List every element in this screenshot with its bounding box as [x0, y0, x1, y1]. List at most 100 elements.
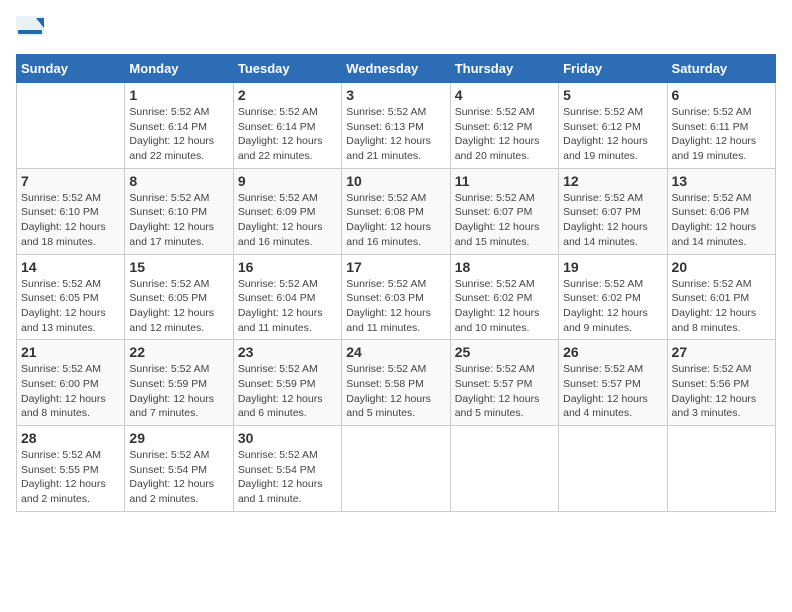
- calendar-cell: [559, 426, 667, 512]
- day-info: Sunrise: 5:52 AM Sunset: 6:14 PM Dayligh…: [129, 105, 228, 164]
- day-number: 28: [21, 430, 120, 446]
- calendar-cell: 20 Sunrise: 5:52 AM Sunset: 6:01 PM Dayli…: [667, 254, 775, 340]
- calendar-cell: 6Sunrise: 5:52 AM Sunset: 6:11 PM Daylig…: [667, 83, 775, 169]
- day-info: Sunrise: 5:52 AM Sunset: 6:05 PM Dayligh…: [129, 277, 228, 336]
- day-info: Sunrise: 5:52 AM Sunset: 5:59 PM Dayligh…: [129, 362, 228, 421]
- calendar-cell: 25 Sunrise: 5:52 AM Sunset: 5:57 PM Dayli…: [450, 340, 558, 426]
- day-info: Sunrise: 5:52 AM Sunset: 6:06 PM Dayligh…: [672, 191, 771, 250]
- day-header-thursday: Thursday: [450, 55, 558, 83]
- calendar-cell: 8 Sunrise: 5:52 AM Sunset: 6:10 PM Daylig…: [125, 168, 233, 254]
- calendar-cell: 12 Sunrise: 5:52 AM Sunset: 6:07 PM Dayli…: [559, 168, 667, 254]
- day-info: Sunrise: 5:52 AM Sunset: 5:54 PM Dayligh…: [238, 448, 337, 507]
- day-info: Sunrise: 5:52 AM Sunset: 6:05 PM Dayligh…: [21, 277, 120, 336]
- calendar-cell: 16 Sunrise: 5:52 AM Sunset: 6:04 PM Dayli…: [233, 254, 341, 340]
- calendar-table: SundayMondayTuesdayWednesdayThursdayFrid…: [16, 54, 776, 512]
- day-info: Sunrise: 5:52 AM Sunset: 6:07 PM Dayligh…: [455, 191, 554, 250]
- day-number: 17: [346, 259, 445, 275]
- day-info: Sunrise: 5:52 AM Sunset: 5:55 PM Dayligh…: [21, 448, 120, 507]
- day-info: Sunrise: 5:52 AM Sunset: 5:57 PM Dayligh…: [455, 362, 554, 421]
- calendar-cell: 1 Sunrise: 5:52 AM Sunset: 6:14 PM Daylig…: [125, 83, 233, 169]
- calendar-cell: 28 Sunrise: 5:52 AM Sunset: 5:55 PM Dayli…: [17, 426, 125, 512]
- calendar-cell: 29 Sunrise: 5:52 AM Sunset: 5:54 PM Dayli…: [125, 426, 233, 512]
- day-number: 10: [346, 173, 445, 189]
- calendar-cell: 11Sunrise: 5:52 AM Sunset: 6:07 PM Dayli…: [450, 168, 558, 254]
- calendar-week-3: 14 Sunrise: 5:52 AM Sunset: 6:05 PM Dayli…: [17, 254, 776, 340]
- day-info: Sunrise: 5:52 AM Sunset: 6:10 PM Dayligh…: [21, 191, 120, 250]
- calendar-week-1: 1 Sunrise: 5:52 AM Sunset: 6:14 PM Daylig…: [17, 83, 776, 169]
- day-info: Sunrise: 5:52 AM Sunset: 6:07 PM Dayligh…: [563, 191, 662, 250]
- logo-icon: [16, 16, 46, 44]
- day-info: Sunrise: 5:52 AM Sunset: 6:02 PM Dayligh…: [563, 277, 662, 336]
- day-number: 8: [129, 173, 228, 189]
- calendar-cell: [17, 83, 125, 169]
- logo: [16, 16, 50, 44]
- calendar-cell: 4Sunrise: 5:52 AM Sunset: 6:12 PM Daylig…: [450, 83, 558, 169]
- day-header-sunday: Sunday: [17, 55, 125, 83]
- day-number: 20: [672, 259, 771, 275]
- day-number: 26: [563, 344, 662, 360]
- day-number: 27: [672, 344, 771, 360]
- day-info: Sunrise: 5:52 AM Sunset: 6:03 PM Dayligh…: [346, 277, 445, 336]
- calendar-cell: 30 Sunrise: 5:52 AM Sunset: 5:54 PM Dayli…: [233, 426, 341, 512]
- day-header-friday: Friday: [559, 55, 667, 83]
- calendar-cell: 3 Sunrise: 5:52 AM Sunset: 6:13 PM Daylig…: [342, 83, 450, 169]
- day-number: 1: [129, 87, 228, 103]
- calendar-cell: 27 Sunrise: 5:52 AM Sunset: 5:56 PM Dayli…: [667, 340, 775, 426]
- day-info: Sunrise: 5:52 AM Sunset: 5:58 PM Dayligh…: [346, 362, 445, 421]
- day-header-wednesday: Wednesday: [342, 55, 450, 83]
- calendar-cell: [450, 426, 558, 512]
- day-number: 22: [129, 344, 228, 360]
- day-info: Sunrise: 5:52 AM Sunset: 6:11 PM Dayligh…: [672, 105, 771, 164]
- day-info: Sunrise: 5:52 AM Sunset: 6:04 PM Dayligh…: [238, 277, 337, 336]
- calendar-week-4: 21 Sunrise: 5:52 AM Sunset: 6:00 PM Dayli…: [17, 340, 776, 426]
- calendar-cell: 7 Sunrise: 5:52 AM Sunset: 6:10 PM Daylig…: [17, 168, 125, 254]
- day-info: Sunrise: 5:52 AM Sunset: 6:02 PM Dayligh…: [455, 277, 554, 336]
- calendar-cell: 23 Sunrise: 5:52 AM Sunset: 5:59 PM Dayli…: [233, 340, 341, 426]
- day-header-tuesday: Tuesday: [233, 55, 341, 83]
- day-number: 24: [346, 344, 445, 360]
- calendar-cell: [342, 426, 450, 512]
- calendar-header-row: SundayMondayTuesdayWednesdayThursdayFrid…: [17, 55, 776, 83]
- calendar-cell: 2 Sunrise: 5:52 AM Sunset: 6:14 PM Daylig…: [233, 83, 341, 169]
- day-info: Sunrise: 5:52 AM Sunset: 6:12 PM Dayligh…: [455, 105, 554, 164]
- day-info: Sunrise: 5:52 AM Sunset: 6:12 PM Dayligh…: [563, 105, 662, 164]
- day-info: Sunrise: 5:52 AM Sunset: 5:54 PM Dayligh…: [129, 448, 228, 507]
- day-number: 14: [21, 259, 120, 275]
- day-info: Sunrise: 5:52 AM Sunset: 6:10 PM Dayligh…: [129, 191, 228, 250]
- day-number: 16: [238, 259, 337, 275]
- day-number: 7: [21, 173, 120, 189]
- day-number: 29: [129, 430, 228, 446]
- day-info: Sunrise: 5:52 AM Sunset: 6:00 PM Dayligh…: [21, 362, 120, 421]
- calendar-cell: 10 Sunrise: 5:52 AM Sunset: 6:08 PM Dayli…: [342, 168, 450, 254]
- day-number: 23: [238, 344, 337, 360]
- calendar-cell: 14 Sunrise: 5:52 AM Sunset: 6:05 PM Dayli…: [17, 254, 125, 340]
- day-number: 18: [455, 259, 554, 275]
- day-info: Sunrise: 5:52 AM Sunset: 6:01 PM Dayligh…: [672, 277, 771, 336]
- day-number: 3: [346, 87, 445, 103]
- calendar-week-5: 28 Sunrise: 5:52 AM Sunset: 5:55 PM Dayli…: [17, 426, 776, 512]
- calendar-cell: 22 Sunrise: 5:52 AM Sunset: 5:59 PM Dayli…: [125, 340, 233, 426]
- day-info: Sunrise: 5:52 AM Sunset: 6:08 PM Dayligh…: [346, 191, 445, 250]
- day-number: 19: [563, 259, 662, 275]
- calendar-body: 1 Sunrise: 5:52 AM Sunset: 6:14 PM Daylig…: [17, 83, 776, 512]
- day-info: Sunrise: 5:52 AM Sunset: 6:13 PM Dayligh…: [346, 105, 445, 164]
- calendar-cell: 26Sunrise: 5:52 AM Sunset: 5:57 PM Dayli…: [559, 340, 667, 426]
- day-info: Sunrise: 5:52 AM Sunset: 6:09 PM Dayligh…: [238, 191, 337, 250]
- day-info: Sunrise: 5:52 AM Sunset: 6:14 PM Dayligh…: [238, 105, 337, 164]
- day-info: Sunrise: 5:52 AM Sunset: 5:59 PM Dayligh…: [238, 362, 337, 421]
- day-number: 12: [563, 173, 662, 189]
- day-number: 25: [455, 344, 554, 360]
- day-header-monday: Monday: [125, 55, 233, 83]
- calendar-cell: 24 Sunrise: 5:52 AM Sunset: 5:58 PM Dayli…: [342, 340, 450, 426]
- day-number: 2: [238, 87, 337, 103]
- day-number: 5: [563, 87, 662, 103]
- day-number: 30: [238, 430, 337, 446]
- page-header: [16, 16, 776, 44]
- day-info: Sunrise: 5:52 AM Sunset: 5:56 PM Dayligh…: [672, 362, 771, 421]
- calendar-cell: [667, 426, 775, 512]
- day-number: 21: [21, 344, 120, 360]
- calendar-week-2: 7 Sunrise: 5:52 AM Sunset: 6:10 PM Daylig…: [17, 168, 776, 254]
- calendar-cell: 15Sunrise: 5:52 AM Sunset: 6:05 PM Dayli…: [125, 254, 233, 340]
- calendar-cell: 13Sunrise: 5:52 AM Sunset: 6:06 PM Dayli…: [667, 168, 775, 254]
- calendar-cell: 17 Sunrise: 5:52 AM Sunset: 6:03 PM Dayli…: [342, 254, 450, 340]
